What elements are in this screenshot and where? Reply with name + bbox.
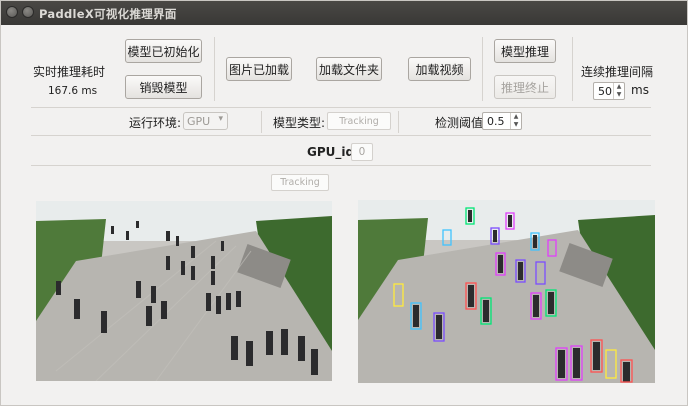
- main-window: PaddleX可视化推理界面 实时推理耗时 167.6 ms 模型已初始化 销毁…: [0, 0, 688, 406]
- gpu-id-label: GPU_id: [307, 145, 355, 159]
- task-indicator-field: Tracking: [271, 174, 329, 191]
- load-folder-button[interactable]: 加载文件夹: [316, 57, 382, 81]
- model-initialized-button[interactable]: 模型已初始化: [125, 39, 202, 63]
- load-video-button[interactable]: 加载视频: [408, 57, 471, 81]
- chevron-down-icon: ▾: [218, 114, 223, 124]
- latency-label: 实时推理耗时: [33, 65, 106, 79]
- env-combobox[interactable]: GPU ▾: [183, 112, 228, 130]
- tracking-result-image: [358, 200, 655, 383]
- env-label: 运行环境:: [129, 116, 182, 130]
- interval-unit: ms: [631, 83, 649, 97]
- model-type-field[interactable]: Tracking: [327, 112, 391, 130]
- gpu-id-field[interactable]: 0: [351, 143, 373, 161]
- env-value: GPU: [187, 114, 211, 128]
- separator: [482, 37, 483, 101]
- separator: [214, 37, 215, 101]
- stop-infer-button[interactable]: 推理终止: [494, 75, 556, 99]
- separator: [31, 165, 651, 166]
- model-type-label: 模型类型:: [273, 116, 326, 130]
- spin-arrows-icon[interactable]: ▲ ▼: [613, 83, 624, 99]
- threshold-spinbox[interactable]: 0.5 ▲ ▼: [482, 112, 522, 130]
- separator: [398, 111, 399, 133]
- separator: [261, 111, 262, 133]
- latency-value: 167.6 ms: [48, 85, 98, 97]
- separator: [572, 37, 573, 101]
- spin-arrows-icon[interactable]: ▲ ▼: [510, 113, 521, 129]
- threshold-value: 0.5: [487, 114, 505, 128]
- interval-label: 连续推理间隔: [581, 65, 654, 79]
- separator: [31, 135, 651, 136]
- separator: [31, 107, 651, 108]
- threshold-label: 检测阈值: [435, 116, 484, 130]
- interval-spinbox[interactable]: 50 ▲ ▼: [593, 82, 625, 100]
- model-infer-button[interactable]: 模型推理: [494, 39, 556, 63]
- image-loaded-button[interactable]: 图片已加载: [226, 57, 292, 81]
- window-title: PaddleX可视化推理界面: [39, 7, 177, 21]
- input-image: [36, 201, 332, 381]
- destroy-model-button[interactable]: 销毁模型: [125, 75, 202, 99]
- interval-value: 50: [598, 84, 612, 98]
- minimize-window-icon[interactable]: [22, 6, 34, 18]
- title-bar: PaddleX可视化推理界面: [1, 1, 687, 25]
- close-window-icon[interactable]: [6, 6, 18, 18]
